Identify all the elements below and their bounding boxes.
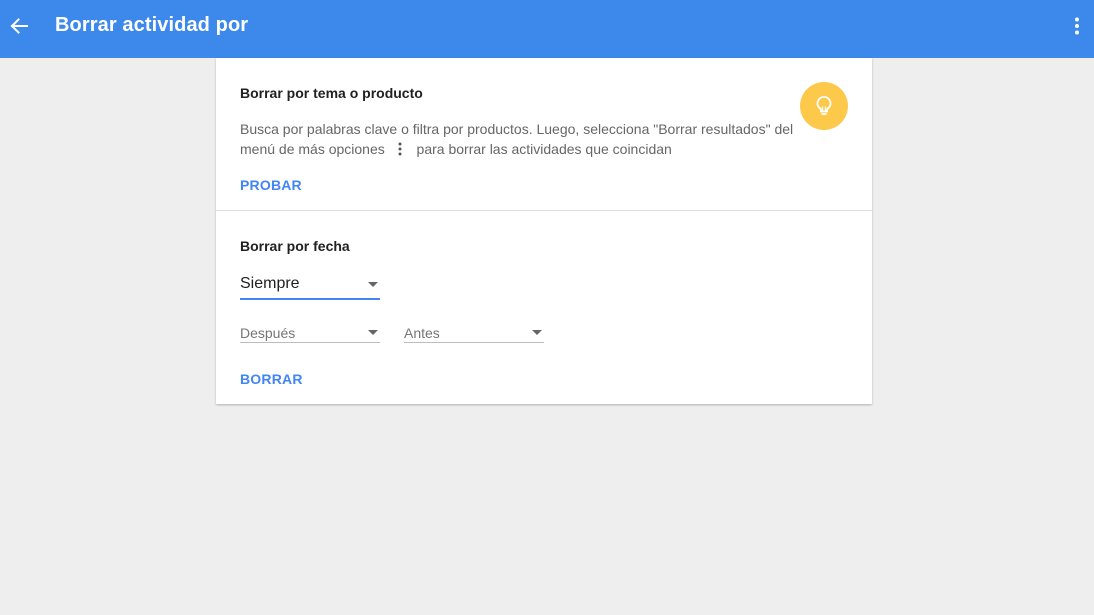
topic-description: Busca por palabras clave o filtra por pr…: [240, 119, 800, 159]
after-date-placeholder: Después: [240, 325, 296, 341]
topic-section: Borrar por tema o producto Busca por pal…: [216, 58, 872, 211]
chevron-down-icon: [368, 282, 378, 287]
page-title: Borrar actividad por: [55, 14, 249, 36]
before-date-placeholder: Antes: [404, 325, 440, 341]
arrow-back-icon: [10, 18, 28, 34]
delete-button[interactable]: BORRAR: [240, 371, 303, 387]
date-heading: Borrar por fecha: [240, 238, 350, 254]
try-button[interactable]: PROBAR: [240, 177, 302, 193]
back-button[interactable]: [6, 11, 32, 41]
tip-badge: [800, 82, 848, 130]
topic-heading: Borrar por tema o producto: [240, 85, 423, 101]
more-vert-icon: [1075, 17, 1079, 35]
description-text-end: para borrar las actividades que coincida…: [416, 141, 672, 157]
chevron-down-icon: [368, 330, 378, 335]
app-bar: Borrar actividad por: [0, 0, 1094, 58]
date-range-select[interactable]: Siempre: [240, 274, 380, 300]
before-date-select[interactable]: Antes: [404, 324, 544, 343]
more-vert-icon: [398, 142, 402, 156]
delete-activity-card: Borrar por tema o producto Busca por pal…: [216, 58, 872, 404]
chevron-down-icon: [532, 330, 542, 335]
more-options-button[interactable]: [1066, 13, 1088, 39]
after-date-select[interactable]: Después: [240, 324, 380, 343]
lightbulb-icon: [816, 96, 832, 115]
date-range-value: Siempre: [240, 275, 300, 292]
